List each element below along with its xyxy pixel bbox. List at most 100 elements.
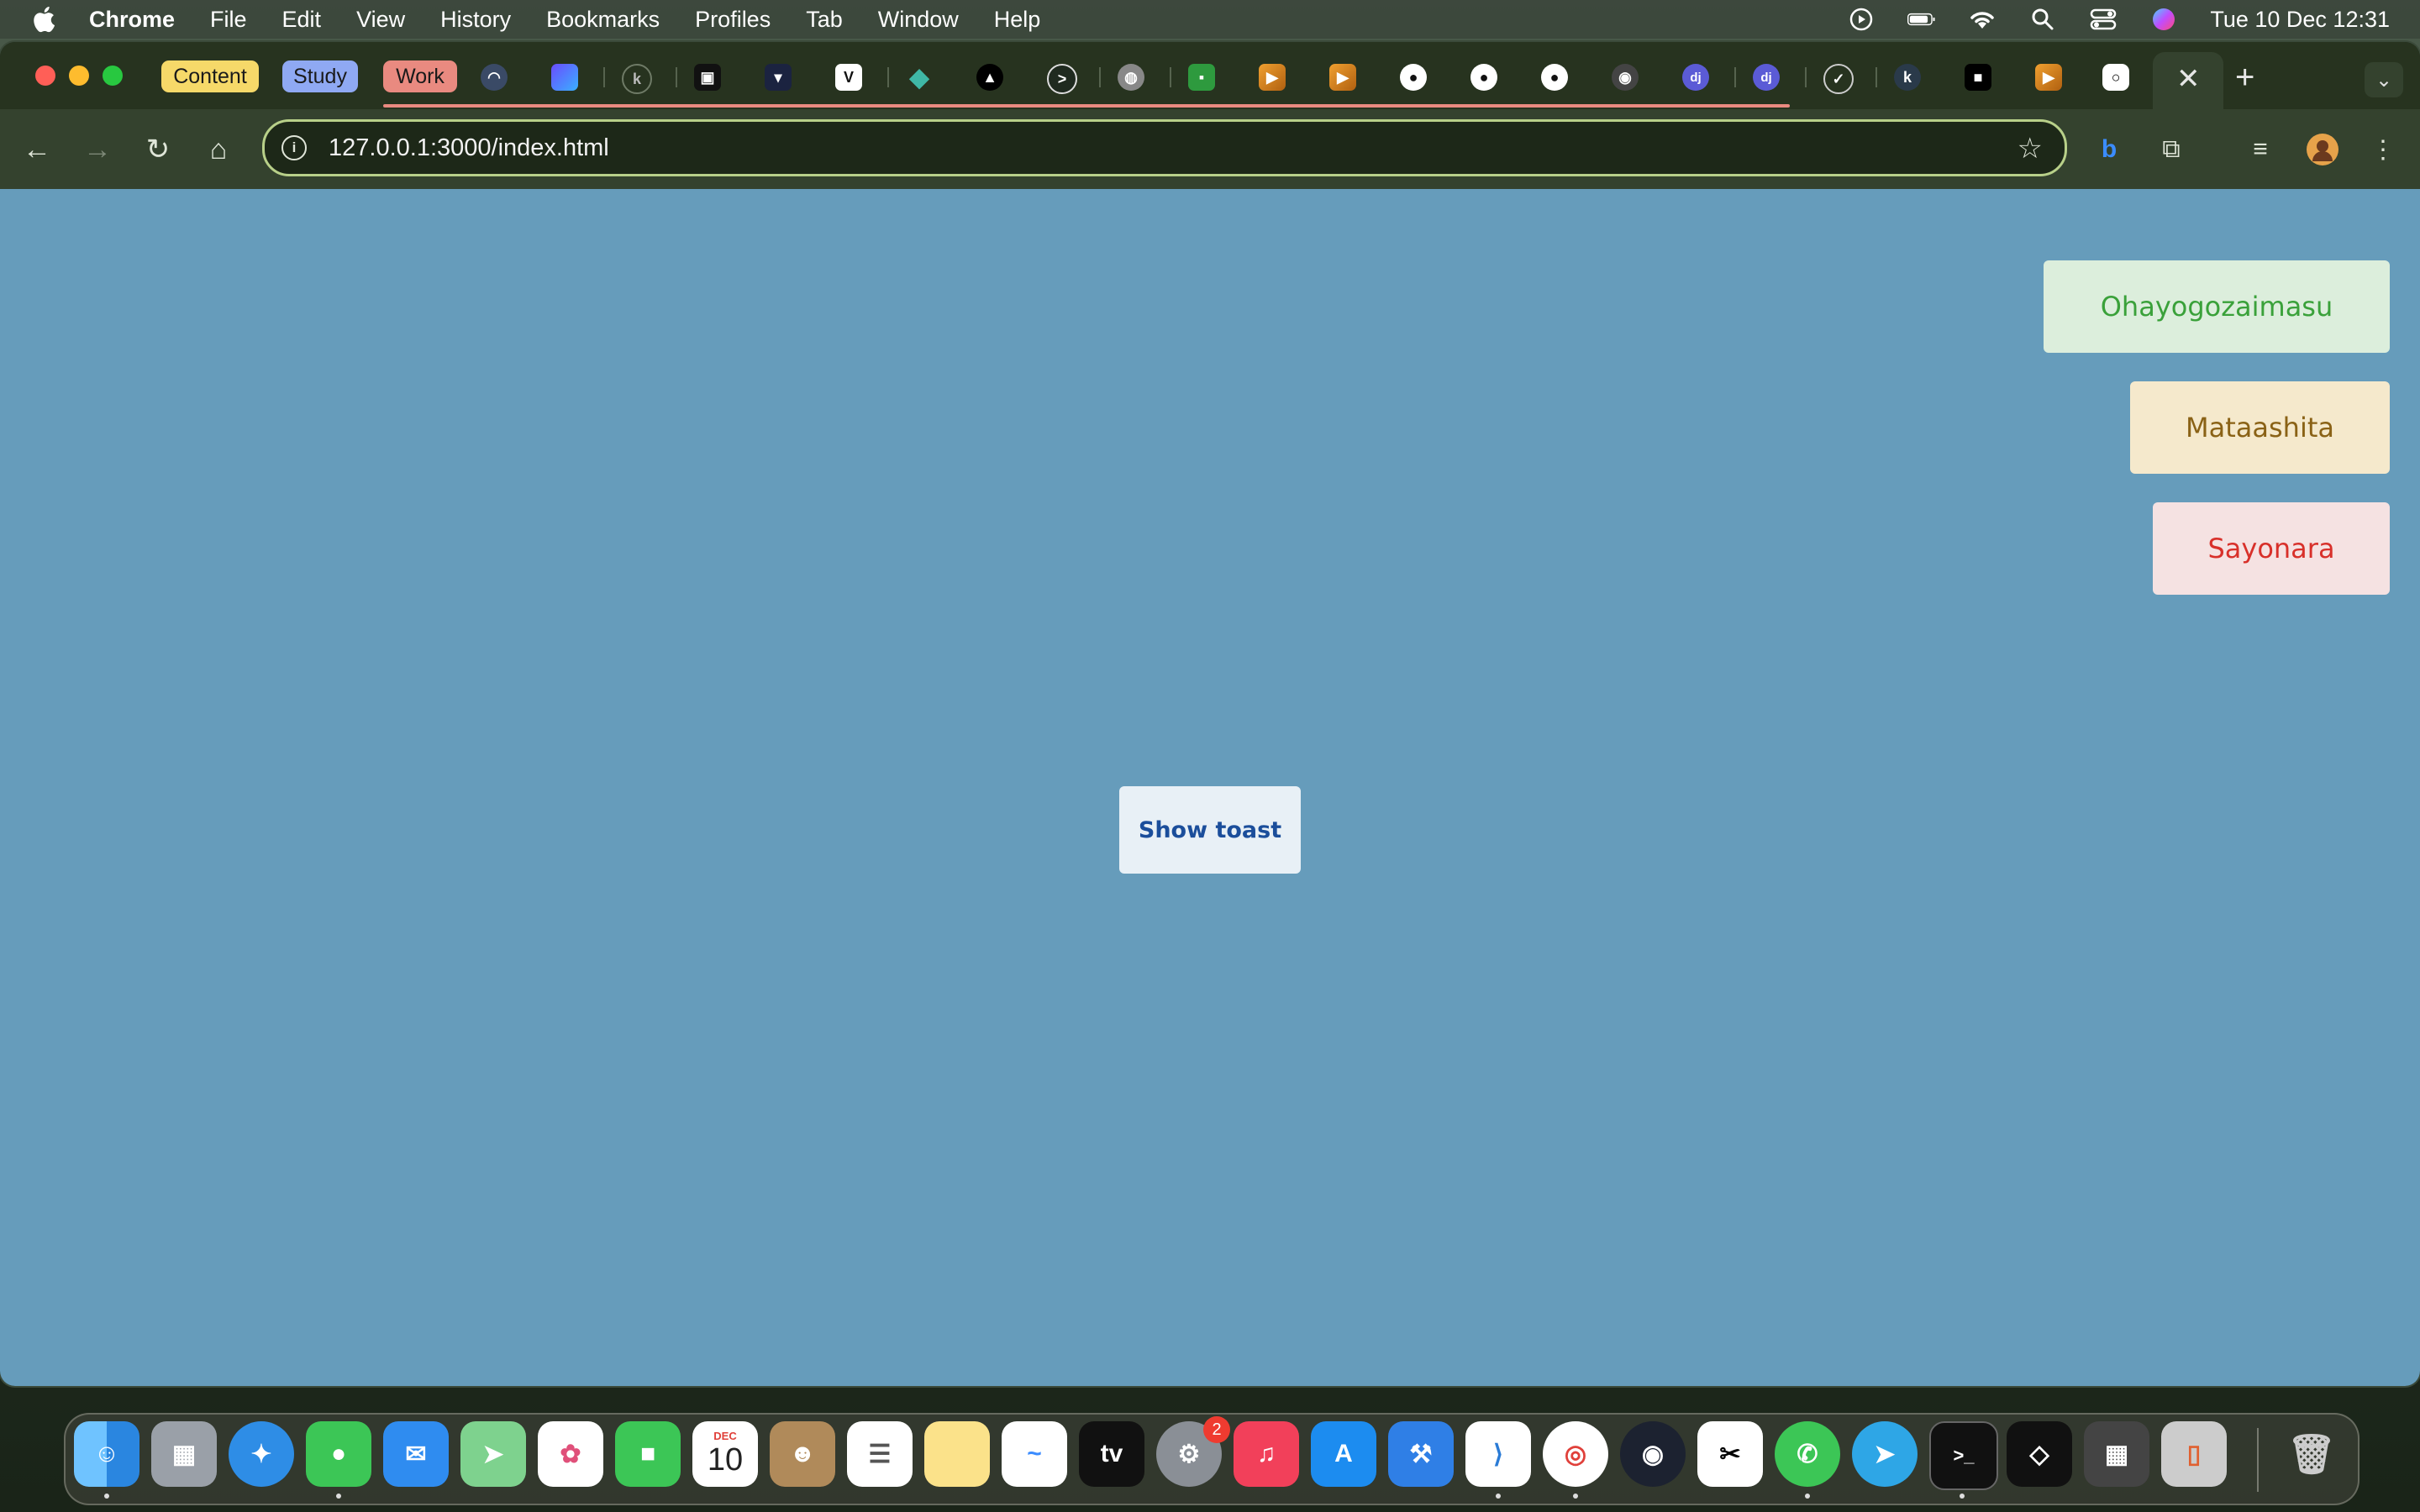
tab-favicon-k-icon[interactable]: k — [622, 64, 652, 94]
home-icon[interactable]: ⌂ — [200, 131, 237, 168]
spotlight-search-icon[interactable] — [2028, 7, 2057, 32]
cube-app-icon[interactable]: ◇ — [2007, 1421, 2072, 1487]
site-info-icon[interactable]: i — [281, 135, 307, 160]
tab-favicon-box-icon[interactable]: ▣ — [694, 64, 721, 91]
tab-favicon-vo-icon[interactable]: V — [835, 64, 862, 91]
tab-separator — [603, 67, 605, 87]
chrome-menu-icon[interactable]: ⋮ — [2365, 131, 2402, 168]
mail-icon[interactable]: ✉ — [383, 1421, 449, 1487]
tab-favicon-k-icon[interactable]: k — [1894, 64, 1921, 91]
tab-favicon-django-icon[interactable]: dj — [1753, 64, 1780, 91]
menubar-clock[interactable]: Tue 10 Dec 12:31 — [2210, 7, 2390, 33]
whatsapp-icon[interactable]: ✆ — [1775, 1421, 1840, 1487]
zoom-window-button[interactable] — [103, 66, 123, 86]
extension-b-icon[interactable]: b — [2091, 131, 2128, 168]
menu-bookmarks[interactable]: Bookmarks — [546, 7, 660, 33]
tab-favicon-square-icon[interactable]: ■ — [1965, 64, 1991, 91]
play-icon[interactable] — [1847, 7, 1876, 32]
tab-favicon-github-icon[interactable]: ● — [1400, 64, 1427, 91]
obs-icon[interactable]: ◉ — [1620, 1421, 1686, 1487]
chrome-running-dot — [1573, 1494, 1578, 1499]
telegram-icon[interactable]: ➤ — [1852, 1421, 1918, 1487]
menu-edit[interactable]: Edit — [282, 7, 322, 33]
minimize-window-button[interactable] — [69, 66, 89, 86]
tab-favicon-play-icon[interactable]: ▶ — [2035, 64, 2062, 91]
tab-group-study[interactable]: Study — [282, 60, 358, 92]
photos-icon[interactable]: ✿ — [538, 1421, 603, 1487]
tab-favicon-green-icon[interactable]: ▪ — [1188, 64, 1215, 91]
close-window-button[interactable] — [35, 66, 55, 86]
dock-separator — [2257, 1428, 2259, 1492]
tab-favicon-diamond-icon[interactable]: ◆ — [906, 64, 933, 92]
finder-icon[interactable]: ☺ — [74, 1421, 139, 1487]
tab-favicon-github-icon[interactable]: ● — [1541, 64, 1568, 91]
calendar-icon[interactable]: DEC 10 — [692, 1421, 758, 1487]
tab-favicon-gradient-icon[interactable] — [551, 64, 578, 91]
xcode-icon[interactable]: ⚒ — [1388, 1421, 1454, 1487]
close-tab-icon[interactable]: ✕ — [2176, 62, 2201, 96]
tab-favicon-triangle-icon[interactable]: ▲ — [976, 64, 1003, 91]
tab-search-chevron-icon[interactable]: ⌄ — [2365, 62, 2403, 97]
freeform-icon[interactable]: ~ — [1002, 1421, 1067, 1487]
profile-avatar[interactable] — [2304, 131, 2341, 168]
app-store-icon[interactable]: A — [1311, 1421, 1376, 1487]
extensions-puzzle-icon[interactable]: ⧉ — [2153, 131, 2190, 168]
toast-error[interactable]: Sayonara — [2153, 502, 2390, 595]
calculator-icon[interactable]: ▦ — [2084, 1421, 2149, 1487]
back-arrow-icon[interactable]: ← — [18, 131, 55, 168]
control-center-icon[interactable] — [2089, 7, 2118, 32]
music-icon[interactable]: ♫ — [1234, 1421, 1299, 1487]
tab-favicon-docker-icon[interactable]: ◉ — [1612, 64, 1639, 91]
tab-separator — [1099, 67, 1101, 87]
menu-app-name[interactable]: Chrome — [89, 7, 175, 33]
notes-icon[interactable] — [924, 1421, 990, 1487]
menu-view[interactable]: View — [356, 7, 405, 33]
vscode-icon[interactable]: ⟩ — [1465, 1421, 1531, 1487]
wifi-icon[interactable] — [1968, 7, 1996, 32]
apple-icon[interactable] — [30, 4, 60, 34]
menu-tab[interactable]: Tab — [806, 7, 843, 33]
bookmark-star-icon[interactable]: ☆ — [2018, 132, 2043, 165]
trash-icon[interactable]: 🗑 — [2279, 1421, 2344, 1487]
tab-favicon-arc-icon[interactable]: ◠ — [481, 64, 508, 91]
terminal-icon[interactable]: >_ — [1929, 1421, 1998, 1490]
tab-favicon-play-icon[interactable]: ▶ — [1329, 64, 1356, 91]
menu-window[interactable]: Window — [878, 7, 959, 33]
menu-file[interactable]: File — [210, 7, 247, 33]
messages-icon[interactable]: ● — [306, 1421, 371, 1487]
tab-favicon-check-icon[interactable]: ✓ — [1823, 64, 1854, 94]
tab-group-work[interactable]: Work — [383, 60, 457, 92]
siri-icon[interactable] — [2149, 7, 2178, 32]
media-queue-icon[interactable]: ≡ — [2242, 131, 2279, 168]
menu-profiles[interactable]: Profiles — [695, 7, 771, 33]
new-tab-button[interactable]: + — [2235, 59, 2254, 97]
tab-favicon-play-icon[interactable]: ▶ — [1259, 64, 1286, 91]
address-bar-url[interactable]: 127.0.0.1:3000/index.html — [329, 134, 609, 162]
maps-icon[interactable]: ➤ — [460, 1421, 526, 1487]
safari-icon[interactable]: ✦ — [229, 1421, 294, 1487]
capcut-icon[interactable]: ✂ — [1697, 1421, 1763, 1487]
reminders-icon[interactable]: ☰ — [847, 1421, 913, 1487]
chrome-icon[interactable]: ◎ — [1543, 1421, 1608, 1487]
toast-success[interactable]: Ohayogozaimasu — [2044, 260, 2390, 353]
tab-favicon-shield-icon[interactable]: ▾ — [765, 64, 792, 91]
tab-favicon-globe-icon[interactable]: ◍ — [1118, 64, 1144, 91]
tab-favicon-django-icon[interactable]: dj — [1682, 64, 1709, 91]
menu-help[interactable]: Help — [994, 7, 1041, 33]
menu-history[interactable]: History — [440, 7, 511, 33]
launchpad-icon[interactable]: ▦ — [151, 1421, 217, 1487]
toast-warning[interactable]: Mataashita — [2130, 381, 2390, 474]
tab-group-content[interactable]: Content — [161, 60, 259, 92]
show-toast-button[interactable]: Show toast — [1119, 786, 1301, 874]
apple-tv-icon[interactable]: tv — [1079, 1421, 1144, 1487]
tab-favicon-chevron-icon[interactable]: > — [1047, 64, 1077, 94]
tab-favicon-circle-icon[interactable]: ○ — [2102, 64, 2129, 91]
reload-icon[interactable]: ↻ — [139, 131, 176, 168]
address-bar[interactable]: i 127.0.0.1:3000/index.html ☆ — [262, 119, 2067, 176]
simulator-icon[interactable]: ▯ — [2161, 1421, 2227, 1487]
facetime-icon[interactable]: ■ — [615, 1421, 681, 1487]
battery-icon[interactable] — [1907, 7, 1936, 32]
contacts-icon[interactable]: ☻ — [770, 1421, 835, 1487]
tab-favicon-github-icon[interactable]: ● — [1470, 64, 1497, 91]
forward-arrow-icon[interactable]: → — [79, 131, 116, 168]
